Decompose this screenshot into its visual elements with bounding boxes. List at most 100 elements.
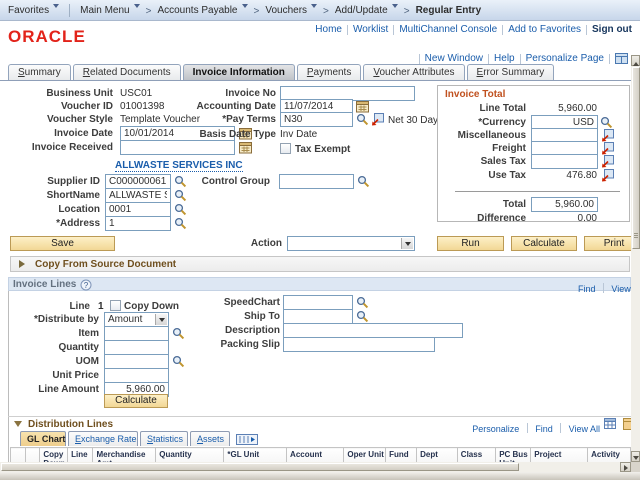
- show-all-columns-icon[interactable]: [236, 434, 258, 445]
- distribute-by-label: *Distribute by: [33, 314, 99, 325]
- grid-tab-gl-chart[interactable]: GL Chart: [20, 431, 66, 446]
- calculate-button[interactable]: Calculate: [511, 236, 577, 251]
- sign-out-link[interactable]: Sign out: [592, 24, 632, 35]
- address-field[interactable]: [105, 216, 171, 231]
- save-button[interactable]: Save: [10, 236, 115, 251]
- tab-summary[interactable]: Summary: [8, 64, 71, 80]
- personalize-link[interactable]: Personalize: [472, 424, 519, 434]
- grid-tab-exchange-rate[interactable]: Exchange Rate: [68, 431, 138, 446]
- column-copy-down: Copy Down: [39, 447, 69, 462]
- tab-related-documents[interactable]: Related Documents: [72, 64, 181, 80]
- grid-tab-assets[interactable]: Assets: [190, 431, 230, 446]
- vertical-scrollbar-thumb[interactable]: [632, 67, 640, 249]
- tab-invoice-information[interactable]: Invoice Information: [182, 64, 295, 80]
- shortname-field[interactable]: [105, 188, 171, 203]
- transfer-icon[interactable]: [371, 113, 384, 126]
- dist-find-link[interactable]: Find: [535, 424, 553, 434]
- action-select[interactable]: [287, 236, 415, 251]
- lookup-icon[interactable]: [600, 116, 613, 129]
- basis-date-type-value: Inv Date: [280, 129, 318, 140]
- worklist-link[interactable]: Worklist: [353, 24, 388, 35]
- lookup-icon[interactable]: [174, 217, 187, 230]
- tab-divider: [0, 80, 631, 81]
- grid-tab-statistics[interactable]: Statistics: [140, 431, 188, 446]
- speedchart-field[interactable]: [283, 295, 353, 310]
- transfer-icon[interactable]: [601, 155, 614, 168]
- view-all-link[interactable]: View All: [611, 284, 631, 294]
- add-to-favorites-link[interactable]: Add to Favorites: [508, 24, 581, 35]
- breadcrumb-add-update[interactable]: Add/Update: [335, 4, 398, 16]
- breadcrumb-favorites[interactable]: Favorites: [8, 4, 60, 16]
- personalize-page-link[interactable]: Personalize Page: [526, 53, 604, 64]
- new-window-link[interactable]: New Window: [425, 53, 483, 64]
- transfer-icon[interactable]: [601, 129, 614, 142]
- tax-exempt-checkbox[interactable]: [280, 143, 291, 154]
- separator: [69, 3, 71, 17]
- distribution-lines-title: Distribution Lines: [28, 419, 113, 430]
- description-field[interactable]: [283, 323, 463, 338]
- total-field[interactable]: [531, 197, 598, 212]
- page-grid-icon[interactable]: [615, 53, 628, 64]
- breadcrumb-favorites-label: Favorites: [8, 5, 50, 16]
- calendar-icon[interactable]: [356, 100, 369, 113]
- supplier-name-link[interactable]: ALLWASTE SERVICES INC: [115, 160, 243, 172]
- column-activity: Activity: [587, 447, 631, 462]
- uom-field[interactable]: [104, 354, 169, 369]
- invoice-lines-links: Find View All: [578, 279, 631, 297]
- supplier-id-label: Supplier ID: [47, 176, 100, 187]
- multichannel-console-link[interactable]: MultiChannel Console: [399, 24, 497, 35]
- breadcrumb-vouchers[interactable]: Vouchers: [265, 4, 318, 16]
- line-number: 1: [98, 301, 104, 312]
- packing-slip-field[interactable]: [283, 337, 435, 352]
- tab-error-summary[interactable]: Error Summary: [466, 64, 555, 80]
- copy-from-source-title: Copy From Source Document: [35, 259, 177, 270]
- run-button[interactable]: Run: [437, 236, 504, 251]
- distribution-table: Copy Down Line Merchandise Amt Quantity …: [10, 447, 631, 462]
- quantity-label: Quantity: [58, 342, 99, 353]
- invoice-received-field[interactable]: [120, 140, 235, 155]
- tab-payments[interactable]: Payments: [296, 64, 362, 80]
- lookup-icon[interactable]: [357, 175, 370, 188]
- scroll-up-button[interactable]: [631, 55, 640, 66]
- dist-view-all-link[interactable]: View All: [569, 424, 600, 434]
- location-field[interactable]: [105, 202, 171, 217]
- pay-terms-field[interactable]: [280, 112, 353, 127]
- separator: [560, 422, 562, 433]
- lookup-icon[interactable]: [356, 113, 369, 126]
- speedchart-label: SpeedChart: [223, 297, 280, 308]
- scroll-down-button[interactable]: [631, 451, 640, 462]
- unit-price-field[interactable]: [104, 368, 169, 383]
- line-calculate-button[interactable]: Calculate: [104, 394, 168, 408]
- download-grid-icon[interactable]: [604, 418, 617, 430]
- help-link[interactable]: Help: [494, 53, 515, 64]
- expand-arrow-icon[interactable]: [19, 260, 29, 268]
- tab-voucher-attributes[interactable]: Voucher Attributes: [363, 64, 465, 80]
- sales-tax-field[interactable]: [531, 154, 598, 169]
- lookup-icon[interactable]: [174, 203, 187, 216]
- calendar-icon[interactable]: [239, 141, 252, 154]
- horizontal-scrollbar-thumb[interactable]: [1, 463, 519, 471]
- distribution-divider: [8, 416, 631, 417]
- invoice-date-label: Invoice Date: [54, 128, 113, 139]
- find-link[interactable]: Find: [578, 284, 596, 294]
- description-label: Description: [224, 325, 280, 336]
- ship-to-field[interactable]: [283, 309, 353, 324]
- lookup-icon[interactable]: [172, 355, 185, 368]
- lookup-icon[interactable]: [356, 310, 369, 323]
- separator: [346, 24, 348, 35]
- control-group-field[interactable]: [279, 174, 354, 189]
- lookup-icon[interactable]: [356, 296, 369, 309]
- transfer-icon[interactable]: [601, 142, 614, 155]
- transfer-icon[interactable]: [601, 169, 614, 182]
- lookup-icon[interactable]: [174, 189, 187, 202]
- breadcrumb-accounts-payable[interactable]: Accounts Payable: [157, 4, 248, 16]
- scroll-right-button[interactable]: [620, 462, 631, 472]
- copy-down-checkbox[interactable]: [110, 300, 121, 311]
- help-icon[interactable]: ?: [80, 279, 92, 291]
- breadcrumb-main-menu[interactable]: Main Menu: [80, 4, 140, 16]
- collapse-arrow-icon[interactable]: [14, 421, 22, 431]
- voucher-style-label: Voucher Style: [47, 114, 113, 125]
- copy-from-source-section[interactable]: Copy From Source Document: [10, 256, 630, 272]
- pay-terms-label: *Pay Terms: [222, 114, 276, 125]
- home-link[interactable]: Home: [315, 24, 342, 35]
